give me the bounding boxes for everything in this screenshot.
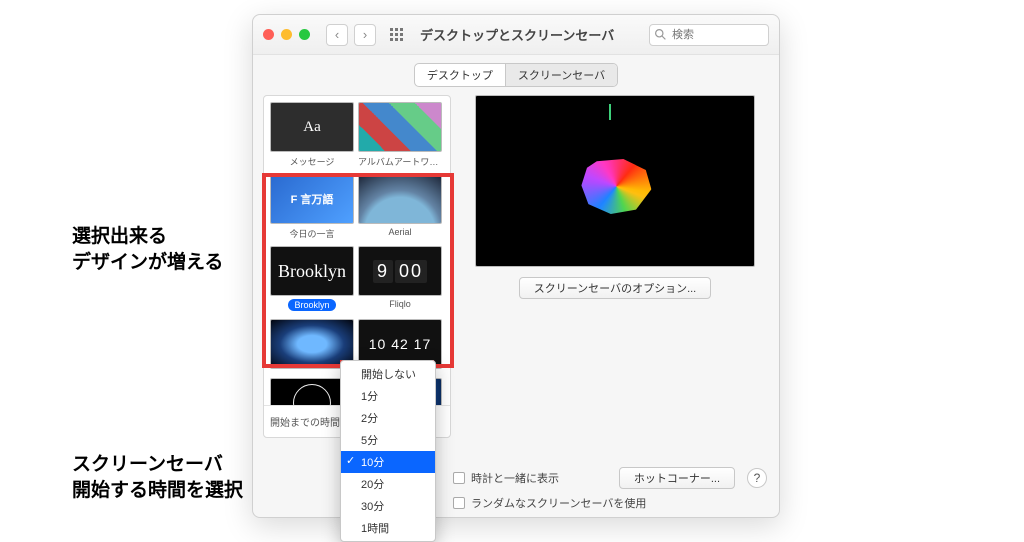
start-time-menu[interactable]: 開始しない1分2分5分10分20分30分1時間 bbox=[340, 360, 436, 542]
screensaver-preview bbox=[475, 95, 755, 267]
traffic-lights bbox=[263, 29, 310, 40]
show-clock-checkbox[interactable] bbox=[453, 472, 465, 484]
hot-corners-button[interactable]: ホットコーナー... bbox=[619, 467, 735, 489]
screensaver-thumb-artwork[interactable]: アルバムアートワーク bbox=[358, 102, 442, 168]
random-label: ランダムなスクリーンセーバを使用 bbox=[471, 495, 646, 511]
forward-button[interactable]: › bbox=[354, 24, 376, 46]
screensaver-thumb-fliqlo[interactable]: 900Fliqlo bbox=[358, 246, 442, 313]
minimize-icon[interactable] bbox=[281, 29, 292, 40]
menu-item[interactable]: 1分 bbox=[341, 385, 435, 407]
titlebar: ‹ › デスクトップとスクリーンセーバ bbox=[253, 15, 779, 55]
tab-desktop[interactable]: デスクトップ bbox=[415, 64, 505, 86]
zoom-icon[interactable] bbox=[299, 29, 310, 40]
tab-screensaver[interactable]: スクリーンセーバ bbox=[505, 64, 617, 86]
prefs-window: ‹ › デスクトップとスクリーンセーバ デスクトップ スクリーンセーバ Aaメッ… bbox=[252, 14, 780, 518]
thumb-label: メッセージ bbox=[270, 155, 354, 168]
close-icon[interactable] bbox=[263, 29, 274, 40]
random-checkbox[interactable] bbox=[453, 497, 465, 509]
annotation-text-designs: 選択出来るデザインが増える bbox=[72, 224, 223, 275]
search-icon bbox=[654, 28, 667, 41]
menu-item[interactable]: 30分 bbox=[341, 495, 435, 517]
tab-bar: デスクトップ スクリーンセーバ bbox=[253, 55, 779, 95]
thumb-label: 今日の一言 bbox=[270, 227, 354, 240]
thumb-label: Fliqlo bbox=[358, 299, 442, 309]
thumb-label: Aerial bbox=[358, 227, 442, 237]
back-button[interactable]: ‹ bbox=[326, 24, 348, 46]
menu-item[interactable]: 20分 bbox=[341, 473, 435, 495]
search-field[interactable] bbox=[649, 24, 769, 46]
menu-item[interactable]: 1時間 bbox=[341, 517, 435, 539]
screensaver-thumb-quote[interactable]: F 言万語今日の一言 bbox=[270, 174, 354, 240]
screensaver-thumb-brooklyn[interactable]: BrooklynBrooklyn bbox=[270, 246, 354, 313]
menu-item[interactable]: 開始しない bbox=[341, 363, 435, 385]
menu-item[interactable]: 2分 bbox=[341, 407, 435, 429]
screensaver-thumb-message[interactable]: Aaメッセージ bbox=[270, 102, 354, 168]
menu-item[interactable]: 10分 bbox=[341, 451, 435, 473]
annotation-text-time: スクリーンセーバ開始する時間を選択 bbox=[72, 452, 243, 503]
help-button[interactable]: ? bbox=[747, 468, 767, 488]
menu-item[interactable]: 5分 bbox=[341, 429, 435, 451]
show-all-icon[interactable] bbox=[386, 24, 408, 46]
screensaver-options-button[interactable]: スクリーンセーバのオプション... bbox=[519, 277, 712, 299]
thumb-label: アルバムアートワーク bbox=[358, 155, 442, 168]
screensaver-thumb-aerial[interactable]: Aerial bbox=[358, 174, 442, 240]
thumb-label: Brooklyn bbox=[288, 299, 335, 311]
show-clock-label: 時計と一緒に表示 bbox=[471, 470, 559, 486]
search-input[interactable] bbox=[649, 24, 769, 46]
start-time-label: 開始までの時間 bbox=[270, 414, 340, 429]
window-title: デスクトップとスクリーンセーバ bbox=[420, 25, 643, 44]
